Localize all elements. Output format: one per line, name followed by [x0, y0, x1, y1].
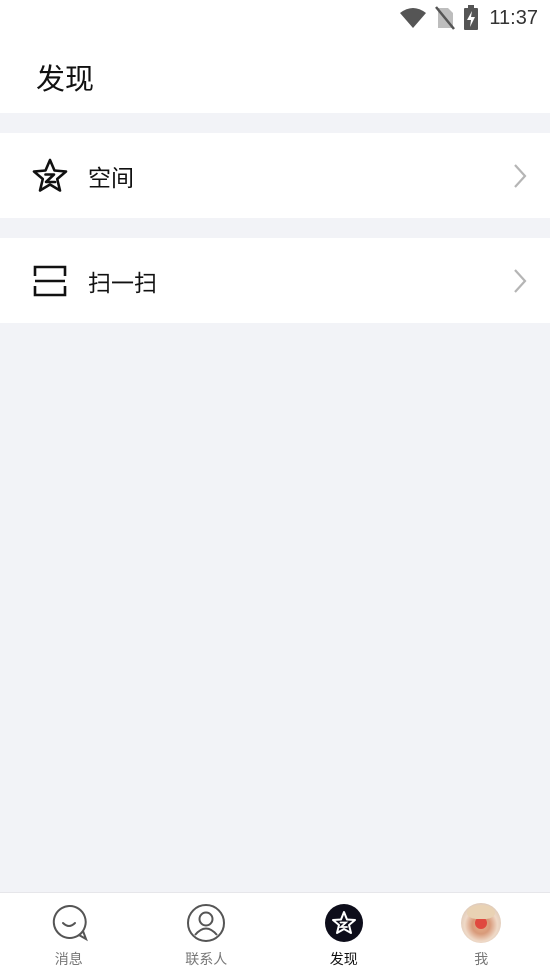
chevron-right-icon	[512, 163, 528, 189]
tab-messages-label: 消息	[54, 952, 83, 968]
tab-contacts[interactable]: 联系人	[138, 893, 276, 978]
tab-contacts-label: 联系人	[185, 952, 228, 968]
wifi-icon	[399, 7, 427, 29]
chevron-right-icon	[512, 268, 528, 294]
star-icon	[31, 157, 69, 195]
menu-item-scan[interactable]: 扫一扫	[0, 238, 550, 323]
tab-discover[interactable]: 发现	[275, 893, 413, 978]
bottom-tab-bar: 消息 联系人 发现 我	[0, 892, 550, 978]
discover-star-icon	[324, 903, 364, 943]
menu-item-space-label: 空间	[88, 165, 134, 192]
tab-discover-label: 发现	[329, 952, 358, 968]
scan-icon	[31, 262, 69, 300]
menu-item-space[interactable]: 空间	[0, 133, 550, 218]
battery-charging-icon	[463, 5, 479, 31]
chat-bubble-icon	[49, 903, 89, 943]
tab-me[interactable]: 我	[413, 893, 550, 978]
contact-person-icon	[186, 903, 226, 943]
header: 发现	[0, 36, 550, 113]
page-title: 发现	[36, 62, 95, 96]
avatar	[461, 903, 502, 943]
tab-me-label: 我	[474, 952, 489, 968]
status-time: 11:37	[489, 6, 538, 29]
no-sim-icon	[435, 6, 456, 30]
tab-messages[interactable]: 消息	[0, 893, 138, 978]
menu-item-scan-label: 扫一扫	[88, 270, 157, 297]
status-bar: 11:37	[0, 0, 550, 36]
